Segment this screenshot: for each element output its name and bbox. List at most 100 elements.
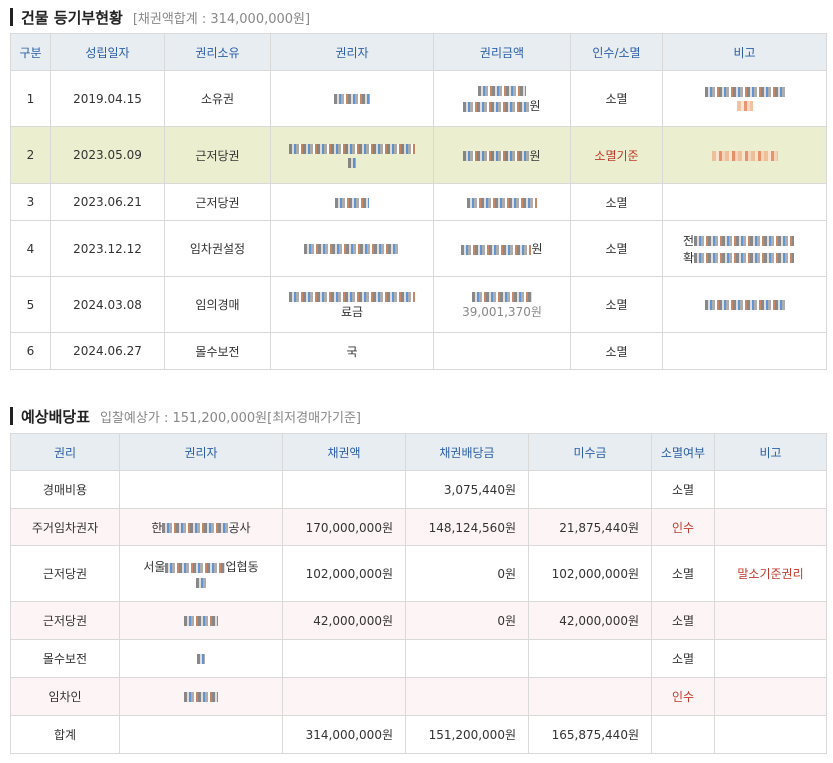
- row-holder: [270, 126, 434, 184]
- table-row: 4 2023.12.12 임차권설정 원 소멸 전 확: [10, 220, 827, 277]
- dist-note: [714, 601, 827, 640]
- redacted-text: [736, 101, 753, 111]
- dist-note: 말소기준권리: [714, 545, 827, 602]
- redacted-text: [162, 523, 229, 533]
- registry-summary: [채권액합계 : 314,000,000원]: [132, 11, 311, 27]
- dist-claim: 102,000,000원: [282, 545, 406, 602]
- redacted-text: [467, 197, 537, 208]
- col-header: 권리금액: [433, 33, 571, 71]
- col-header: 비고: [662, 33, 827, 71]
- row-number: 2: [10, 126, 51, 184]
- row-type: 근저당권: [164, 183, 271, 221]
- table-row: 근저당권 서울 업협동 102,000,000원 0원 102,000,000원 …: [10, 545, 827, 602]
- dist-right: 임차인: [10, 677, 120, 716]
- dist-holder: [119, 470, 283, 509]
- col-header: 소멸여부: [651, 433, 715, 471]
- row-status: 소멸: [570, 332, 663, 370]
- dist-dividend: [405, 677, 529, 716]
- row-number: 6: [10, 332, 51, 370]
- row-holder: 국: [270, 332, 434, 370]
- section-marker: [10, 407, 13, 425]
- dist-holder: 한 공사: [119, 508, 283, 546]
- table-row-total: 합계 314,000,000원 151,200,000원 165,875,440…: [10, 715, 827, 754]
- dist-right: 몰수보전: [10, 639, 120, 678]
- dist-note: [714, 470, 827, 509]
- row-amount: 39,001,370원: [433, 276, 571, 333]
- dist-right: 근저당권: [10, 545, 120, 602]
- redacted-text: [461, 244, 532, 255]
- dist-holder: [119, 677, 283, 716]
- redacted-text: [335, 197, 369, 208]
- dist-note: [714, 715, 827, 754]
- row-status: 소멸: [570, 183, 663, 221]
- row-status: 소멸기준: [570, 126, 663, 184]
- section-marker: [10, 8, 13, 26]
- col-header: 채권액: [282, 433, 406, 471]
- row-type: 소유권: [164, 70, 271, 127]
- table-row: 2 2023.05.09 근저당권 원 소멸기준: [10, 126, 827, 184]
- redacted-text: [694, 236, 795, 246]
- dist-holder: [119, 601, 283, 640]
- dist-unpaid: 42,000,000원: [528, 601, 652, 640]
- dist-holder: [119, 715, 283, 754]
- redacted-text: [197, 654, 205, 664]
- redacted-text: [711, 150, 778, 161]
- row-note: [662, 332, 827, 370]
- row-amount: [433, 183, 571, 221]
- dist-dividend: 0원: [405, 601, 529, 640]
- row-date: 2024.06.27: [50, 332, 165, 370]
- row-amount: 원: [433, 70, 571, 127]
- row-note: [662, 276, 827, 333]
- row-number: 1: [10, 70, 51, 127]
- row-number: 5: [10, 276, 51, 333]
- dist-claim: 42,000,000원: [282, 601, 406, 640]
- col-header: 성립일자: [50, 33, 165, 71]
- dist-unpaid: [528, 639, 652, 678]
- dist-claim: [282, 677, 406, 716]
- row-amount: [433, 332, 571, 370]
- row-date: 2019.04.15: [50, 70, 165, 127]
- table-row: 몰수보전 소멸: [10, 639, 827, 678]
- table-row: 5 2024.03.08 임의경매 료금 39,001,370원 소멸: [10, 276, 827, 333]
- row-date: 2024.03.08: [50, 276, 165, 333]
- row-type: 몰수보전: [164, 332, 271, 370]
- dist-right: 근저당권: [10, 601, 120, 640]
- registry-header-row: 구분 성립일자 권리소유 권리자 권리금액 인수/소멸 비고: [10, 33, 827, 71]
- redacted-text: [304, 244, 400, 254]
- dist-right: 합계: [10, 715, 120, 754]
- col-header: 권리자: [119, 433, 283, 471]
- redacted-text: [472, 291, 532, 302]
- row-number: 4: [10, 220, 51, 277]
- dist-status: 소멸: [651, 470, 715, 509]
- row-type: 근저당권: [164, 126, 271, 184]
- dist-status: 소멸: [651, 601, 715, 640]
- dist-holder: [119, 639, 283, 678]
- col-header: 인수/소멸: [570, 33, 663, 71]
- dist-status: [651, 715, 715, 754]
- dist-note: [714, 508, 827, 546]
- col-header: 권리소유: [164, 33, 271, 71]
- dist-note: [714, 677, 827, 716]
- dist-status: 소멸: [651, 639, 715, 678]
- dist-unpaid: 165,875,440원: [528, 715, 652, 754]
- dist-status: 인수: [651, 677, 715, 716]
- row-holder: [270, 183, 434, 221]
- row-date: 2023.05.09: [50, 126, 165, 184]
- registry-title: 건물 등기부현황: [21, 8, 123, 27]
- redacted-text: [694, 253, 795, 263]
- row-date: 2023.06.21: [50, 183, 165, 221]
- dist-status: 인수: [651, 508, 715, 546]
- table-row: 6 2024.06.27 몰수보전 국 소멸: [10, 332, 827, 370]
- dist-dividend: 148,124,560원: [405, 508, 529, 546]
- table-row: 임차인 인수: [10, 677, 827, 716]
- row-holder: 료금: [270, 276, 434, 333]
- redacted-text: [463, 151, 530, 161]
- dist-dividend: [405, 639, 529, 678]
- redacted-text: [334, 94, 370, 104]
- row-amount: 원: [433, 126, 571, 184]
- redacted-text: [165, 562, 226, 573]
- registry-table: 구분 성립일자 권리소유 권리자 권리금액 인수/소멸 비고 1 2019.04…: [10, 33, 827, 370]
- row-note: [662, 70, 827, 127]
- row-holder: [270, 70, 434, 127]
- table-row: 경매비용 3,075,440원 소멸: [10, 470, 827, 509]
